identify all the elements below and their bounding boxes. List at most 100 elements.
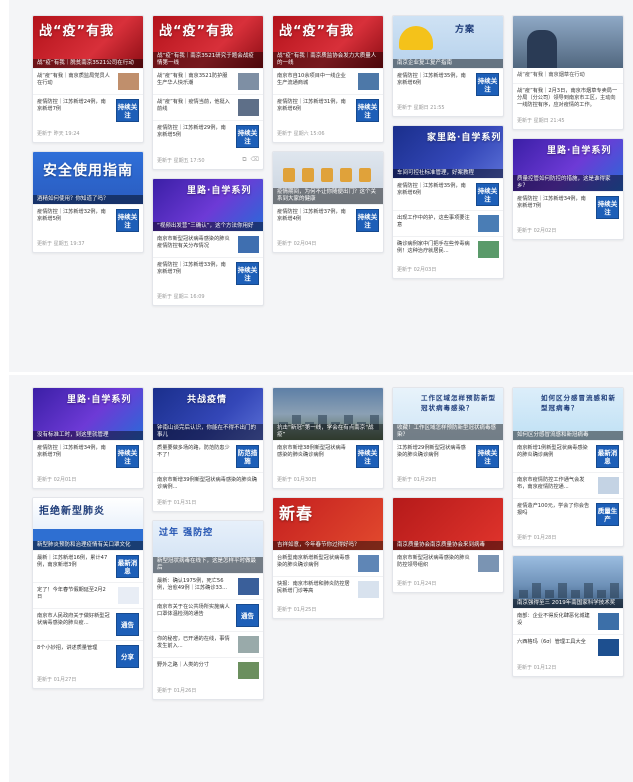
article-card[interactable]: 里路·自学系列 “视频出发营”三确认”，这个方法你用好 南京市新型冠状病毒感染的肺炎… bbox=[152, 178, 264, 306]
status-badge[interactable]: 持续关注 bbox=[596, 196, 619, 219]
article-row[interactable]: 出现工作中的护，这些事项要注意 bbox=[393, 210, 503, 236]
article-thumbnail[interactable] bbox=[598, 477, 619, 494]
article-title[interactable]: 南京市新增39例新型冠状病毒感染的肺炎确诊病例... bbox=[157, 477, 259, 491]
article-thumbnail[interactable] bbox=[598, 613, 619, 630]
article-title[interactable]: 南京市自10余项目中一线企业生产流通商城 bbox=[277, 73, 351, 87]
article-title[interactable]: 最新：确认1975例，死亡56例，治愈49例｜江苏确诊33... bbox=[157, 578, 231, 592]
article-thumbnail[interactable] bbox=[478, 555, 499, 572]
article-title[interactable]: 战“疫”有我｜南京质监局党员人在行动 bbox=[37, 73, 111, 87]
article-title[interactable]: 你的秘密，已开通的在线，事情发生前入... bbox=[157, 636, 231, 650]
article-row[interactable]: 你的秘密，已开通的在线，事情发生前入... bbox=[153, 631, 263, 657]
article-title[interactable]: 疫情防控｜江苏新增34例，南京新增7例 bbox=[37, 445, 111, 459]
article-title[interactable]: 江苏新增29例新型冠状病毒感染的肺炎确诊病例 bbox=[397, 445, 471, 459]
article-title[interactable]: 南京市人民政府关于做好新型冠状病毒感染的肺炎疫... bbox=[37, 613, 111, 627]
article-title[interactable]: 疫情防控｜江苏新增31例，南京新增6例 bbox=[277, 99, 351, 113]
cover-image[interactable]: 南京质量协会南京质量协会来到病毒 bbox=[393, 498, 503, 550]
cover-image[interactable]: 共战疫情 钟南山谈完后认识，你能在不得不出门的事儿 bbox=[153, 388, 263, 440]
article-thumbnail[interactable] bbox=[118, 73, 139, 90]
article-card[interactable]: 如何区分感冒流感和新型冠病毒？ 如何区分感冒流感和新冠病毒 南京新增1例新型冠状病毒… bbox=[512, 387, 624, 547]
article-card[interactable]: 战“疫”有我 战“疫”有我｜南京3521研究于题会战疫情第一线 战“疫”有我｜南京3… bbox=[152, 15, 264, 170]
article-thumbnail[interactable] bbox=[238, 662, 259, 679]
article-title[interactable]: 南京市新型冠状病毒感染的肺炎疫情防控有关分布情况 bbox=[157, 236, 231, 250]
article-title[interactable]: 8个小妙招，讲述质量管理 bbox=[37, 645, 111, 652]
article-title[interactable]: 野外之路｜人类的分寸 bbox=[157, 662, 231, 669]
article-row[interactable]: 疫情防控｜江苏新增34例，南京新增7例 持续关注 bbox=[513, 191, 623, 223]
article-title[interactable]: 南部：企业不得反化肆恶化城建设 bbox=[517, 613, 591, 627]
article-row[interactable]: 南京市新增38例新型冠状病毒感染的肺炎确诊病例 持续关注 bbox=[273, 440, 383, 472]
article-row[interactable]: 战“疫”有我｜南京3521防护服生产华人快乐潮 bbox=[153, 68, 263, 94]
article-title[interactable]: 疫情造产100元，学会了你会告报吗 bbox=[517, 503, 591, 517]
article-card[interactable]: 南京强得至三 2019年南国家科学技术奖 南部：企业不得反化肆恶化城建设 六西格玛（… bbox=[512, 555, 624, 677]
article-title[interactable]: 南京新增1例新型冠状病毒感染的肺炎确诊病例 bbox=[517, 445, 591, 459]
article-title[interactable]: 最新｜江苏新增16例，累计47例，南京新增3例 bbox=[37, 555, 111, 569]
article-card[interactable]: 共战疫情 钟南山谈完后认识，你能在不得不出门的事儿 质量要做多场的路，防范防患少不了… bbox=[152, 387, 264, 512]
article-row[interactable]: 疫情防控｜江苏新增35例，南京新增6例 持续关注 bbox=[393, 68, 503, 100]
status-badge[interactable]: 通告 bbox=[236, 604, 259, 627]
article-thumbnail[interactable] bbox=[358, 73, 379, 90]
article-thumbnail[interactable] bbox=[238, 99, 259, 116]
article-title[interactable]: 疫情防控｜江苏新增35例，南京新增6例 bbox=[397, 73, 471, 87]
article-title[interactable]: 战“疫”有我｜疫情当前，他挺入前线 bbox=[157, 99, 231, 113]
article-row[interactable]: 疫情防控｜江苏新增24例，南京新增7例 持续关注 bbox=[33, 94, 143, 126]
article-title[interactable]: 南京市新增38例新型冠状病毒感染的肺炎确诊病例 bbox=[277, 445, 351, 459]
article-title[interactable]: 疫情防控｜江苏新增24例，南京新增7例 bbox=[37, 99, 111, 113]
status-badge[interactable]: 持续关注 bbox=[116, 445, 139, 468]
article-title[interactable]: 疫情防控｜江苏新增32例，南京新增5例 bbox=[37, 209, 111, 223]
cover-image[interactable]: 家里路·自学系列 车间可控社标准管理，好案教程 bbox=[393, 126, 503, 178]
cover-image[interactable]: 战“疫”有我 战“疫”有我｜南京质监协会发力大质量人的一线 bbox=[273, 16, 383, 68]
article-card[interactable]: 抗击“新冠”第一线，学会在有点南京“战疫” 南京市新增38例新型冠状病毒感染的肺炎… bbox=[272, 387, 384, 489]
article-title[interactable]: 确诊病例家中门把手在些传毒病例！这种治疗就居民... bbox=[397, 241, 471, 255]
article-row[interactable]: 战“疫”有我｜疫情当前，他挺入前线 bbox=[153, 94, 263, 120]
cover-image[interactable]: 如何区分感冒流感和新型冠病毒？ 如何区分感冒流感和新冠病毒 bbox=[513, 388, 623, 440]
article-row[interactable]: 南京市自10余项目中一线企业生产流通商城 bbox=[273, 68, 383, 94]
cover-image[interactable]: 工作区域怎样预防新型冠状病毒感染？ 收藏！工作区域怎样预防新型冠状病毒感染？ bbox=[393, 388, 503, 440]
article-row[interactable]: 疫情防控｜江苏新增29例，南京新增5例 持续关注 bbox=[153, 120, 263, 152]
article-title[interactable]: 战“疫”有我｜2月3日，南京市烟草专卖局一分局（分公司）领导到南京市工区，主动向… bbox=[517, 88, 619, 109]
article-thumbnail[interactable] bbox=[358, 581, 379, 598]
article-row[interactable]: 南京市关于在公共场所实施病人口罩体温检测的通告 通告 bbox=[153, 599, 263, 631]
article-row[interactable]: 疫情防控｜江苏新增35例，南京新增6例 持续关注 bbox=[393, 178, 503, 210]
cover-image[interactable]: 疫情期间，为何不让你随便出门？这个关系到大家的健康 bbox=[273, 152, 383, 204]
article-row[interactable]: 质量要做多场的路，防范防患少不了！ 防范措施 bbox=[153, 440, 263, 472]
article-card[interactable]: 里路·自学系列 质量控管如何防控的措施，这是谁得家乡？ 疫情防控｜江苏新增34例，南… bbox=[512, 138, 624, 240]
article-row[interactable]: 最新｜江苏新增16例，累计47例，南京新增3例 最新消息 bbox=[33, 550, 143, 582]
article-row[interactable]: 疫情防控｜江苏新增37例，南京新增4例 持续关注 bbox=[273, 204, 383, 236]
article-title[interactable]: 战“疫”有我｜南京3521防护服生产华人快乐潮 bbox=[157, 73, 231, 87]
article-card[interactable]: 安全使用指南 酒精如何使用？你知道了吗？ 疫情防控｜江苏新增32例，南京新增5例 持续… bbox=[32, 151, 144, 253]
article-thumbnail[interactable] bbox=[358, 555, 379, 572]
cover-image[interactable]: 安全使用指南 酒精如何使用？你知道了吗？ bbox=[33, 152, 143, 204]
article-row[interactable]: 台新型南京新增新型冠状病毒感染的肺炎确诊病例 bbox=[273, 550, 383, 576]
article-row[interactable]: 确诊病例家中门把手在些传毒病例！这种治疗就居民... bbox=[393, 236, 503, 262]
cover-image[interactable]: 新春 吉祥如意，今年春节你过得好吗？ bbox=[273, 498, 383, 550]
status-badge[interactable]: 持续关注 bbox=[116, 99, 139, 122]
cover-image[interactable]: 里路·自学系列 没有标准工时，到这里就管理 bbox=[33, 388, 143, 440]
article-row[interactable]: 疫情造产100元，学会了你会告报吗 质量生产 bbox=[513, 498, 623, 530]
article-card[interactable]: 家里路·自学系列 车间可控社标准管理，好案教程 疫情防控｜江苏新增35例，南京新增6… bbox=[392, 125, 504, 279]
cover-image[interactable] bbox=[513, 16, 623, 68]
article-title[interactable]: 南京市关于在公共场所实施病人口罩体温检测的通告 bbox=[157, 604, 231, 618]
article-card[interactable]: 南京质量协会南京质量协会来到病毒 南京市新型冠状病毒感染的肺炎防控领导组织 更新于 … bbox=[392, 497, 504, 593]
article-row[interactable]: 疫情防控｜江苏新增34例，南京新增7例 持续关注 bbox=[33, 440, 143, 472]
article-card[interactable]: 战“疫”有我 战“疫”有我｜脱贫南京3521公司在行动 战“疫”有我｜南京质监局党员… bbox=[32, 15, 144, 143]
article-row[interactable]: 疫情防控｜江苏新增33例，南京新增7例 持续关注 bbox=[153, 257, 263, 289]
article-row[interactable]: 南部：企业不得反化肆恶化城建设 bbox=[513, 608, 623, 634]
cover-image[interactable]: 方案 南京企业复工复产指南 bbox=[393, 16, 503, 68]
article-row[interactable]: 定了！今年春节假期延至2月2日 bbox=[33, 582, 143, 608]
status-badge[interactable]: 质量生产 bbox=[596, 503, 619, 526]
cover-image[interactable]: 过年 强防控 新型冠状病毒在线下，这是怎样平时做最后 bbox=[153, 521, 263, 573]
status-badge[interactable]: 持续关注 bbox=[356, 209, 379, 232]
article-row[interactable]: 南京新增1例新型冠状病毒感染的肺炎确诊病例 最新消息 bbox=[513, 440, 623, 472]
article-card[interactable]: 方案 南京企业复工复产指南 疫情防控｜江苏新增35例，南京新增6例 持续关注 更新于 星… bbox=[392, 15, 504, 117]
article-title[interactable]: 南京市疫情防控工作通气会发布，南京疫情防控通... bbox=[517, 477, 591, 491]
article-thumbnail[interactable] bbox=[238, 73, 259, 90]
article-row[interactable]: 南京市新型冠状病毒感染的肺炎疫情防控有关分布情况 bbox=[153, 231, 263, 257]
status-badge[interactable]: 持续关注 bbox=[236, 262, 259, 285]
article-row[interactable]: 疫情防控｜江苏新增31例，南京新增6例 持续关注 bbox=[273, 94, 383, 126]
status-badge[interactable]: 最新消息 bbox=[116, 555, 139, 578]
article-title[interactable]: 出现工作中的护，这些事项要注意 bbox=[397, 215, 471, 229]
article-row[interactable]: 快报：南京市新增和肺炎防控居民新增门诊等高 bbox=[273, 576, 383, 602]
status-badge[interactable]: 持续关注 bbox=[476, 183, 499, 206]
article-card[interactable]: 拒绝新型肺炎 新型肺炎预防和治理疫情有关口罩文化 最新｜江苏新增16例，累计47例，… bbox=[32, 497, 144, 689]
article-thumbnail[interactable] bbox=[238, 236, 259, 253]
article-row[interactable]: 疫情防控｜江苏新增32例，南京新增5例 持续关注 bbox=[33, 204, 143, 236]
